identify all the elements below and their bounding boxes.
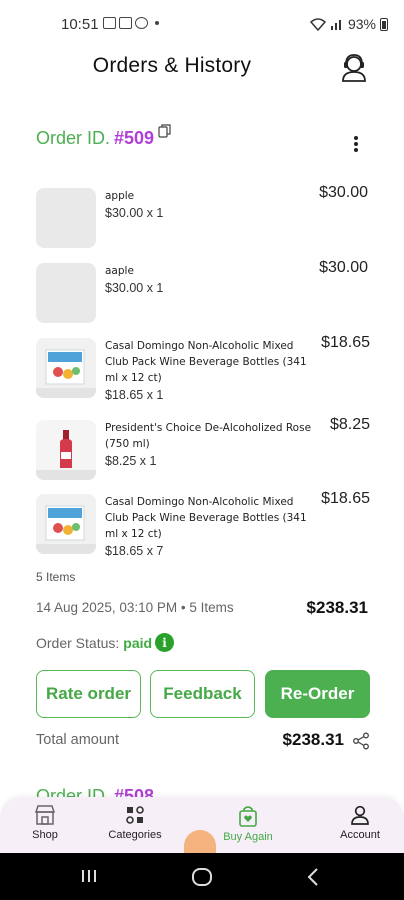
notification-icons (103, 17, 159, 29)
account-icon (351, 805, 369, 825)
gallery-notification-icon (103, 17, 116, 29)
product-quantity: $18.65 x 1 (105, 388, 164, 402)
wine-pack-image-icon (36, 494, 96, 554)
feedback-button[interactable]: Feedback (150, 670, 255, 718)
product-price: $8.25 (329, 416, 370, 433)
back-icon[interactable] (306, 867, 320, 887)
product-quantity: $8.25 x 1 (105, 454, 157, 468)
signal-icon (330, 19, 341, 30)
product-name: apple (105, 190, 135, 202)
total-amount-row: Total amount $238.31 (36, 730, 370, 752)
nav-categories[interactable]: Categories (95, 805, 175, 841)
nav-buy-again[interactable]: Buy Again (208, 805, 288, 843)
share-icon[interactable] (352, 732, 370, 750)
more-notifications-dot-icon (155, 21, 159, 25)
product-image (36, 420, 96, 480)
nav-buy-again-label: Buy Again (223, 831, 273, 843)
order-date-meta: 14 Aug 2025, 03:10 PM • 5 Items (36, 600, 234, 615)
product-price: $18.65 (321, 490, 370, 507)
order-id: Order ID. #509 (36, 124, 172, 149)
wine-bottle-image-icon (36, 420, 96, 480)
product-quantity: $18.65 x 7 (105, 544, 164, 558)
nav-account-label: Account (340, 829, 380, 841)
product-image-placeholder (36, 263, 96, 323)
order-item[interactable]: apple $30.00 x 1 $30.00 (36, 184, 376, 248)
order-item[interactable]: Casal Domingo Non-Alcoholic Mixed Club P… (36, 490, 376, 564)
product-name: Casal Domingo Non-Alcoholic Mixed Club P… (105, 496, 307, 540)
product-name: aaple (105, 265, 134, 277)
system-navigation-bar (0, 853, 404, 900)
product-quantity: $30.00 x 1 (105, 206, 164, 220)
total-amount-value: $238.31 (282, 730, 344, 749)
globe-notification-icon (135, 17, 148, 29)
wine-pack-image-icon (36, 338, 96, 398)
rate-order-button[interactable]: Rate order (36, 670, 141, 718)
product-image (36, 338, 96, 398)
mail-notification-icon (119, 17, 132, 29)
categories-icon (126, 806, 144, 824)
order-id-number: #509 (114, 128, 155, 148)
system-status: 93% (309, 16, 388, 32)
reorder-button[interactable]: Re-Order (265, 670, 370, 718)
product-price: $18.65 (321, 334, 370, 351)
status-time: 10:51 (61, 16, 99, 33)
product-image-placeholder (36, 188, 96, 248)
product-price: $30.00 (319, 259, 368, 276)
order-total: $238.31 (306, 598, 368, 617)
home-icon[interactable] (191, 867, 213, 887)
status-bar: 10:51 93% (0, 0, 404, 50)
order-status-label: Order Status: (36, 634, 120, 651)
items-count: 5 Items (36, 570, 76, 584)
more-options-icon[interactable] (350, 134, 362, 154)
app-header: Orders & History (0, 48, 404, 88)
total-amount-label: Total amount (36, 732, 120, 748)
product-image (36, 494, 96, 554)
order-item[interactable]: aaple $30.00 x 1 $30.00 (36, 259, 376, 323)
nav-shop[interactable]: Shop (5, 805, 85, 841)
order-status: Order Status: paid i (36, 633, 175, 652)
product-name: President's Choice De-Alcoholized Rose (… (105, 422, 312, 450)
nav-categories-label: Categories (108, 829, 162, 841)
wifi-icon (309, 17, 326, 31)
product-quantity: $30.00 x 1 (105, 281, 164, 295)
order-item[interactable]: Casal Domingo Non-Alcoholic Mixed Club P… (36, 334, 376, 408)
support-agent-icon[interactable] (340, 52, 368, 82)
shopping-bag-heart-icon (239, 806, 257, 827)
info-icon[interactable]: i (155, 633, 175, 652)
order-status-value: paid (123, 634, 153, 651)
page-title: Orders & History (92, 54, 252, 77)
store-icon (34, 805, 56, 825)
order-id-label: Order ID. (36, 128, 111, 148)
recent-apps-icon[interactable] (80, 867, 98, 885)
product-price: $30.00 (319, 184, 368, 201)
copy-icon[interactable] (158, 124, 172, 138)
battery-icon (380, 17, 388, 31)
nav-shop-label: Shop (32, 829, 58, 841)
nav-account[interactable]: Account (320, 805, 400, 841)
product-name: Casal Domingo Non-Alcoholic Mixed Club P… (105, 340, 307, 384)
battery-percent: 93% (347, 16, 376, 32)
order-item[interactable]: President's Choice De-Alcoholized Rose (… (36, 416, 376, 480)
